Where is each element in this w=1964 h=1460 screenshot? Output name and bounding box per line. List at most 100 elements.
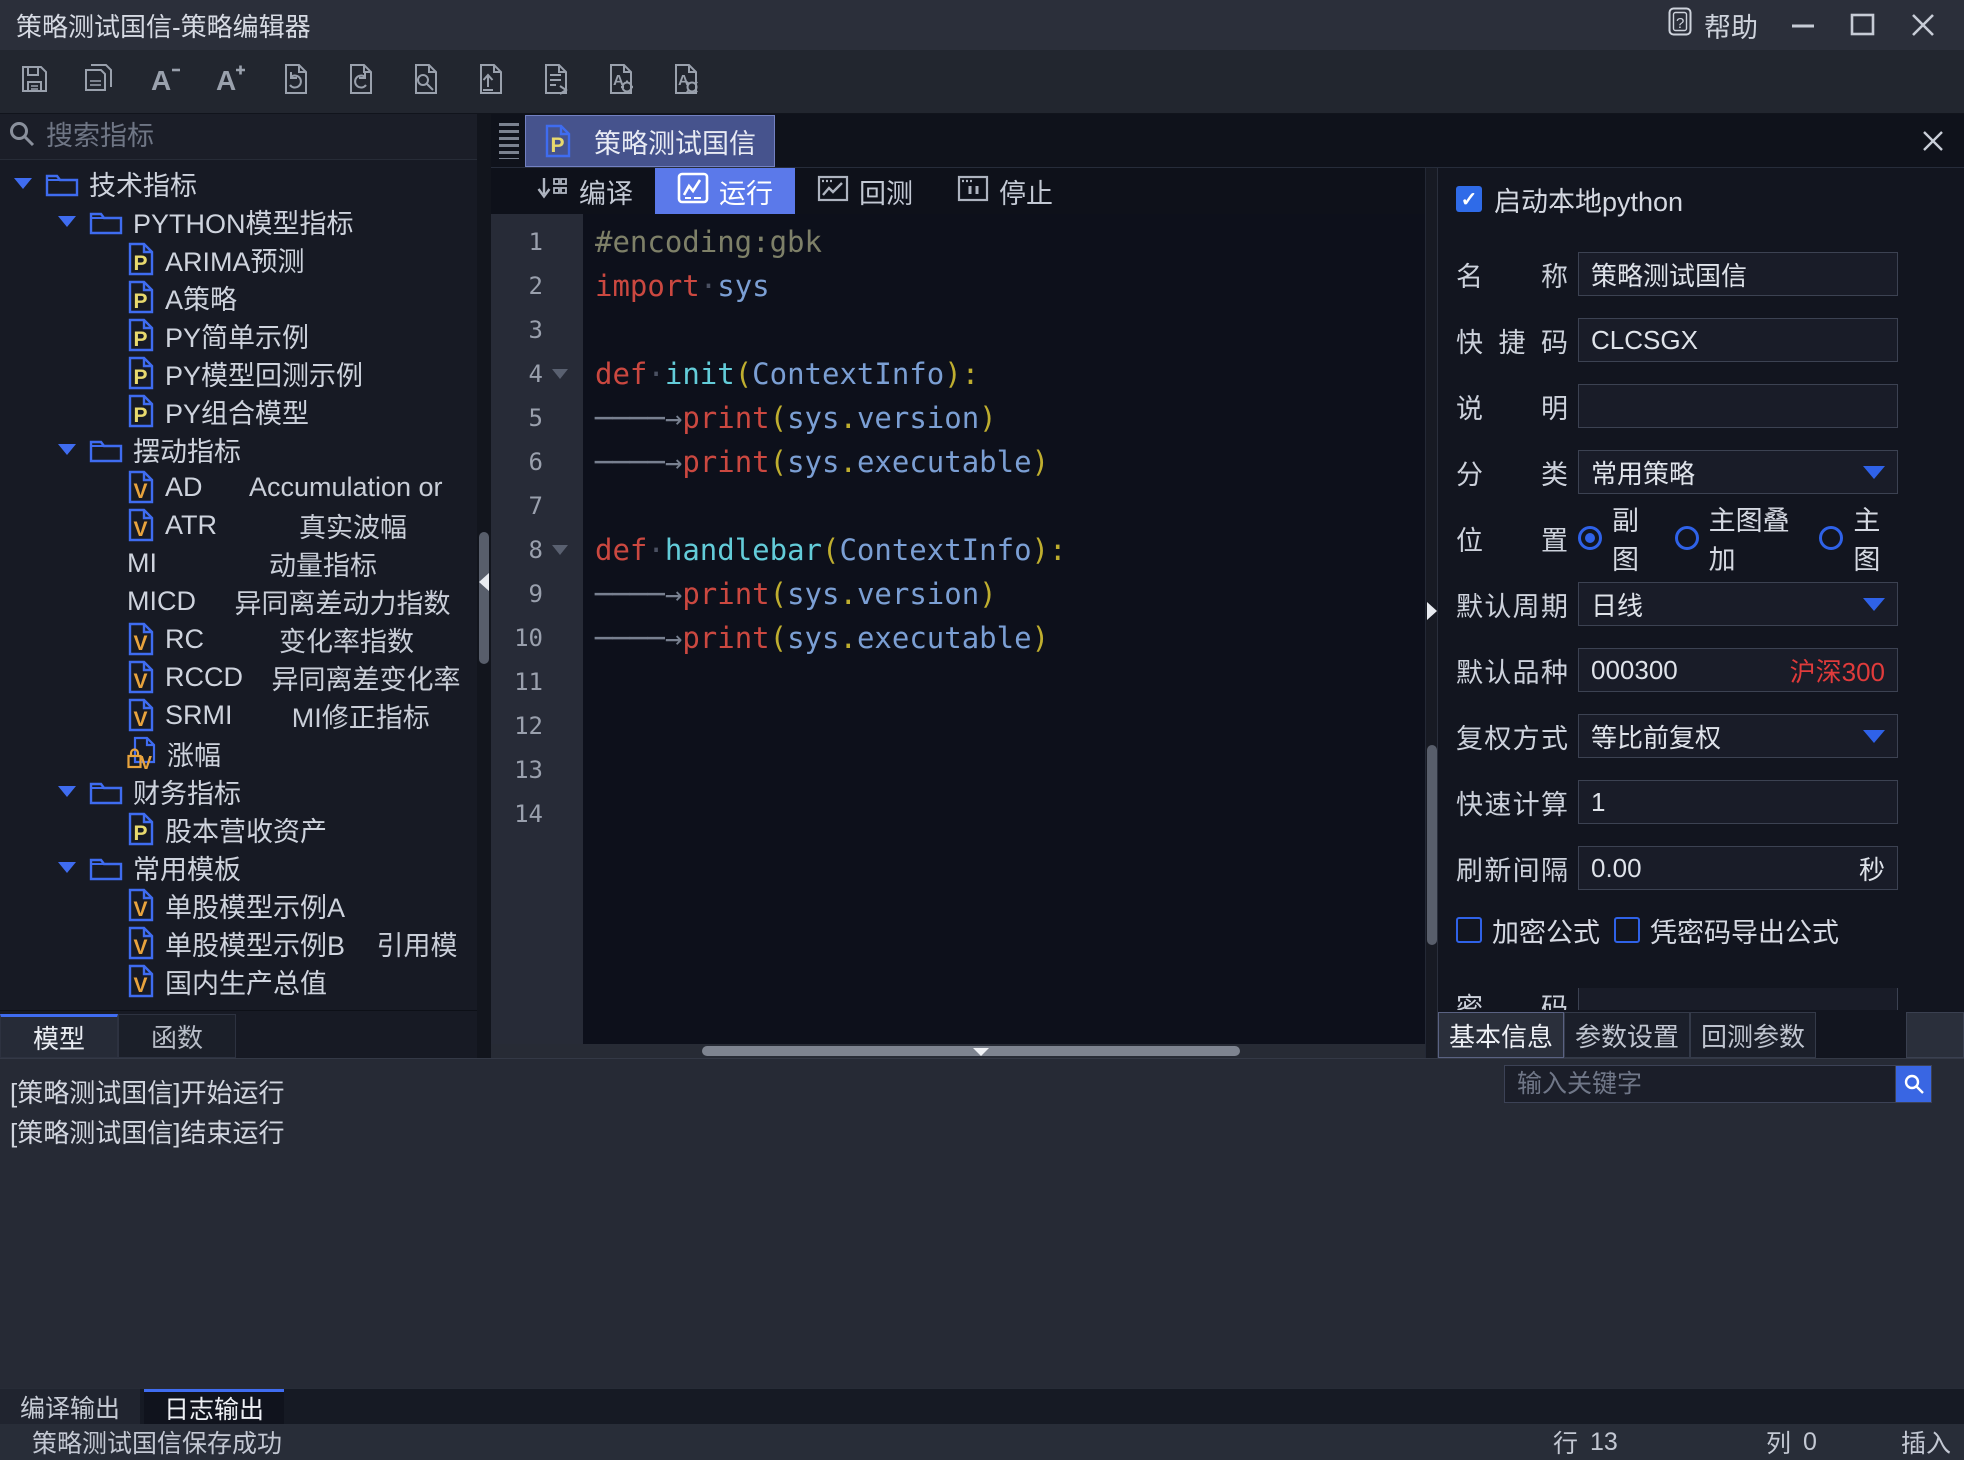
hscroll-thumb[interactable] [702, 1046, 1240, 1056]
a-settings-doc-button[interactable]: A [599, 61, 641, 103]
splitter-thumb[interactable] [1427, 745, 1437, 945]
code-line-13[interactable] [595, 748, 1425, 792]
code-editor[interactable]: 1234567891011121314 #encoding:gbkimport·… [491, 214, 1425, 1044]
radio-icon[interactable] [1819, 526, 1843, 550]
log-search-button[interactable] [1896, 1065, 1932, 1103]
tree-item-股本营收资产[interactable]: P股本营收资产 [0, 810, 477, 848]
radio-icon[interactable] [1675, 526, 1699, 550]
code-line-14[interactable] [595, 792, 1425, 836]
log-search-input[interactable] [1504, 1065, 1896, 1103]
maximize-button[interactable] [1848, 10, 1878, 40]
code-line-10[interactable]: ────→print(sys.executable) [595, 616, 1425, 660]
code-line-4[interactable]: def·init(ContextInfo): [595, 352, 1425, 396]
tree-item-A策略[interactable]: PA策略 [0, 278, 477, 316]
code-text-area[interactable]: #encoding:gbkimport·sys def·init(ContextI… [583, 214, 1425, 1044]
code-line-5[interactable]: ────→print(sys.version) [595, 396, 1425, 440]
checkbox-icon[interactable] [1614, 917, 1640, 943]
code-line-6[interactable]: ────→print(sys.executable) [595, 440, 1425, 484]
stop-button[interactable]: 停止 [935, 168, 1075, 214]
radio-option-主图叠加[interactable]: 主图叠加 [1675, 499, 1802, 577]
checkbox-item-凭密码导出公式[interactable]: 凭密码导出公式 [1614, 911, 1839, 950]
radio-icon[interactable] [1578, 526, 1602, 550]
chevron-down-icon[interactable] [1863, 598, 1885, 611]
expander-icon[interactable] [14, 178, 32, 189]
tree-folder-财务指标[interactable]: 财务指标 [0, 772, 477, 810]
tree-item-国内生产总值[interactable]: V国内生产总值 [0, 962, 477, 1000]
code-line-12[interactable] [595, 704, 1425, 748]
fold-arrow-icon[interactable] [543, 369, 577, 379]
backtest-button[interactable]: 回测 [795, 168, 935, 214]
tab-基本信息[interactable]: 基本信息 [1438, 1012, 1564, 1058]
run-button[interactable]: 运行 [655, 168, 795, 214]
tree-item-RCCD[interactable]: VRCCD异同离差变化率 [0, 658, 477, 696]
expander-icon[interactable] [58, 216, 76, 227]
tree-folder-技术指标[interactable]: 技术指标 [0, 164, 477, 202]
save-all-button[interactable] [79, 61, 121, 103]
code-line-3[interactable] [595, 308, 1425, 352]
checkbox-icon[interactable] [1456, 917, 1482, 943]
collapse-right-icon[interactable] [1427, 602, 1437, 620]
tab-grip-icon[interactable] [499, 123, 519, 159]
collapse-down-icon[interactable] [973, 1048, 989, 1056]
radio-option-主图[interactable]: 主图 [1819, 499, 1898, 577]
expander-icon[interactable] [58, 786, 76, 797]
tab-日志输出[interactable]: 日志输出 [144, 1389, 284, 1424]
save-button[interactable] [14, 61, 56, 103]
indicator-search-input[interactable] [44, 120, 469, 153]
input-刷新间隔[interactable]: 0.00秒 [1578, 846, 1898, 890]
tree-item-单股模型示例B[interactable]: V单股模型示例B引用模 [0, 924, 477, 962]
chevron-down-icon[interactable] [1863, 466, 1885, 479]
fold-arrow-icon[interactable] [543, 545, 577, 555]
local-python-checkbox[interactable]: ✓ [1456, 186, 1482, 212]
sidebar-scrollbar[interactable] [477, 114, 491, 1058]
code-line-2[interactable]: import·sys [595, 264, 1425, 308]
tab-函数[interactable]: 函数 [118, 1014, 236, 1058]
checkbox-item-加密公式[interactable]: 加密公式 [1456, 911, 1600, 950]
code-line-1[interactable]: #encoding:gbk [595, 220, 1425, 264]
tree-item-PY简单示例[interactable]: PPY简单示例 [0, 316, 477, 354]
expander-icon[interactable] [58, 444, 76, 455]
document-tab-active[interactable]: P 策略测试国信 [525, 115, 775, 167]
tree-item-RC[interactable]: VRC变化率指数 [0, 620, 477, 658]
minimize-button[interactable] [1788, 10, 1818, 40]
search-doc-button[interactable] [404, 61, 446, 103]
radio-option-副图[interactable]: 副图 [1578, 499, 1657, 577]
tab-参数设置[interactable]: 参数设置 [1564, 1012, 1690, 1058]
close-button[interactable] [1908, 10, 1938, 40]
tree-item-PY组合模型[interactable]: PPY组合模型 [0, 392, 477, 430]
select-默认周期[interactable]: 日线 [1578, 582, 1898, 626]
editor-horizontal-scrollbar[interactable] [491, 1044, 1425, 1058]
tree-folder-PYTHON模型指标[interactable]: PYTHON模型指标 [0, 202, 477, 240]
tree-item-单股模型示例A[interactable]: V单股模型示例A [0, 886, 477, 924]
help-button[interactable]: ? 帮助 [1665, 6, 1758, 45]
tree-item-PY模型回测示例[interactable]: PPY模型回测示例 [0, 354, 477, 392]
tree-item-AD[interactable]: VADAccumulation or [0, 468, 477, 506]
tree-folder-摆动指标[interactable]: 摆动指标 [0, 430, 477, 468]
tree-item-MICD[interactable]: MICD异同离差动力指数 [0, 582, 477, 620]
font-decrease-button[interactable]: A [144, 61, 186, 103]
input-快捷码[interactable]: CLCSGX [1578, 318, 1898, 362]
redo-doc-button[interactable] [339, 61, 381, 103]
expander-icon[interactable] [58, 862, 76, 873]
input-名称[interactable]: 策略测试国信 [1578, 252, 1898, 296]
tab-编译输出[interactable]: 编译输出 [0, 1389, 140, 1424]
tab-回测参数[interactable]: 回测参数 [1690, 1012, 1816, 1058]
compile-button[interactable]: 编译 [513, 168, 655, 214]
chevron-down-icon[interactable] [1863, 730, 1885, 743]
undo-doc-button[interactable] [274, 61, 316, 103]
tree-item-MI[interactable]: MI动量指标 [0, 544, 477, 582]
export-doc-button[interactable] [469, 61, 511, 103]
tab-模型[interactable]: 模型 [0, 1014, 118, 1058]
tree-item-涨幅[interactable]: V涨幅 [0, 734, 477, 772]
collapse-left-icon[interactable] [479, 573, 489, 591]
input-快速计算[interactable]: 1 [1578, 780, 1898, 824]
font-increase-button[interactable]: A [209, 61, 251, 103]
select-复权方式[interactable]: 等比前复权 [1578, 714, 1898, 758]
panel-splitter[interactable] [1425, 168, 1437, 1058]
select-分类[interactable]: 常用策略 [1578, 450, 1898, 494]
tree-folder-常用模板[interactable]: 常用模板 [0, 848, 477, 886]
sidebar-scrollbar-thumb[interactable] [479, 532, 489, 664]
tab-close-button[interactable] [1920, 128, 1946, 154]
code-line-8[interactable]: def·handlebar(ContextInfo): [595, 528, 1425, 572]
a-settings-doc-alt-button[interactable]: A [664, 61, 706, 103]
